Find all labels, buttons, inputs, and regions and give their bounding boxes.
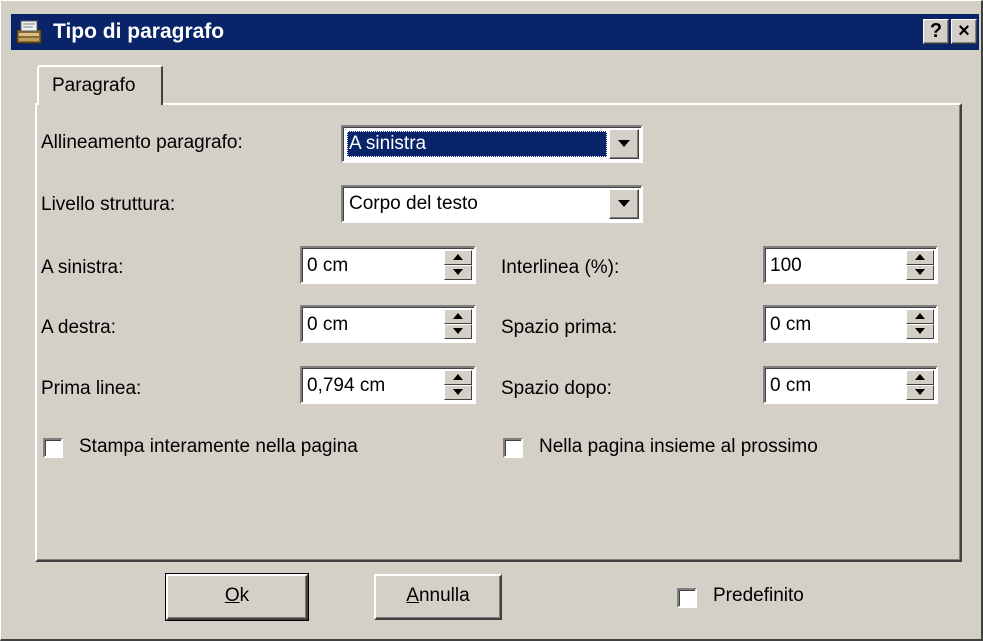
spin-down-icon[interactable] [906,324,934,339]
cancel-mnemonic: A [406,585,419,606]
spin-up-icon[interactable] [906,309,934,324]
spin-up-icon[interactable] [906,370,934,385]
first-line-value: 0,794 cm [307,375,386,396]
outline-level-value: Corpo del testo [349,193,478,214]
keep-with-next-checkbox[interactable] [503,438,523,458]
space-after-value: 0 cm [770,375,812,396]
alignment-label: Allineamento paragrafo: [41,132,243,153]
default-label[interactable]: Predefinito [713,585,804,607]
dropdown-arrow-icon[interactable] [609,189,639,219]
line-spacing-value: 100 [770,255,802,276]
dropdown-arrow-icon[interactable] [609,129,639,159]
line-spacing-spinner[interactable]: 100 [763,246,938,284]
help-icon[interactable]: ? [923,19,949,44]
space-after-label: Spazio dopo: [501,378,612,399]
right-indent-spinner[interactable]: 0 cm [300,305,476,343]
spin-up-icon[interactable] [444,370,472,385]
spin-down-icon[interactable] [906,385,934,400]
space-before-spinner[interactable]: 0 cm [763,305,938,343]
alignment-value: A sinistra [347,131,607,157]
title-bar[interactable]: Tipo di paragrafo ? × [11,14,979,50]
default-checkbox[interactable] [677,588,697,608]
spin-down-icon[interactable] [444,265,472,280]
ok-button[interactable]: Ok [165,573,309,621]
alignment-select[interactable]: A sinistra [341,125,643,163]
spin-up-icon[interactable] [444,309,472,324]
spin-down-icon[interactable] [906,265,934,280]
cancel-button[interactable]: Annulla [374,574,502,620]
left-indent-label: A sinistra: [41,257,124,278]
right-indent-label: A destra: [41,317,116,338]
outline-level-label: Livello struttura: [41,194,176,215]
space-before-value: 0 cm [770,314,812,335]
ok-rest: k [239,585,250,606]
first-line-label: Prima linea: [41,378,142,399]
outline-level-select[interactable]: Corpo del testo [341,185,643,223]
keep-together-label[interactable]: Stampa interamente nella pagina [79,436,358,458]
spin-down-icon[interactable] [444,385,472,400]
window-title: Tipo di paragrafo [53,20,225,43]
first-line-spinner[interactable]: 0,794 cm [300,366,476,404]
spin-up-icon[interactable] [444,250,472,265]
close-icon[interactable]: × [951,19,977,44]
ok-mnemonic: O [224,585,240,606]
keep-together-checkbox[interactable] [43,438,63,458]
keep-with-next-label[interactable]: Nella pagina insieme al prossimo [539,436,818,458]
space-before-label: Spazio prima: [501,317,618,338]
spin-up-icon[interactable] [906,250,934,265]
cancel-rest: nnulla [418,585,470,606]
tab-paragrafo[interactable]: Paragrafo [37,65,163,105]
line-spacing-label: Interlinea (%): [501,257,620,278]
spin-down-icon[interactable] [444,324,472,339]
left-indent-value: 0 cm [307,255,349,276]
space-after-spinner[interactable]: 0 cm [763,366,938,404]
app-typewriter-icon [15,18,43,46]
right-indent-value: 0 cm [307,314,349,335]
left-indent-spinner[interactable]: 0 cm [300,246,476,284]
tab-label: Paragrafo [52,75,136,96]
dialog-window: Tipo di paragrafo ? × Paragrafo Allineam… [0,0,983,641]
